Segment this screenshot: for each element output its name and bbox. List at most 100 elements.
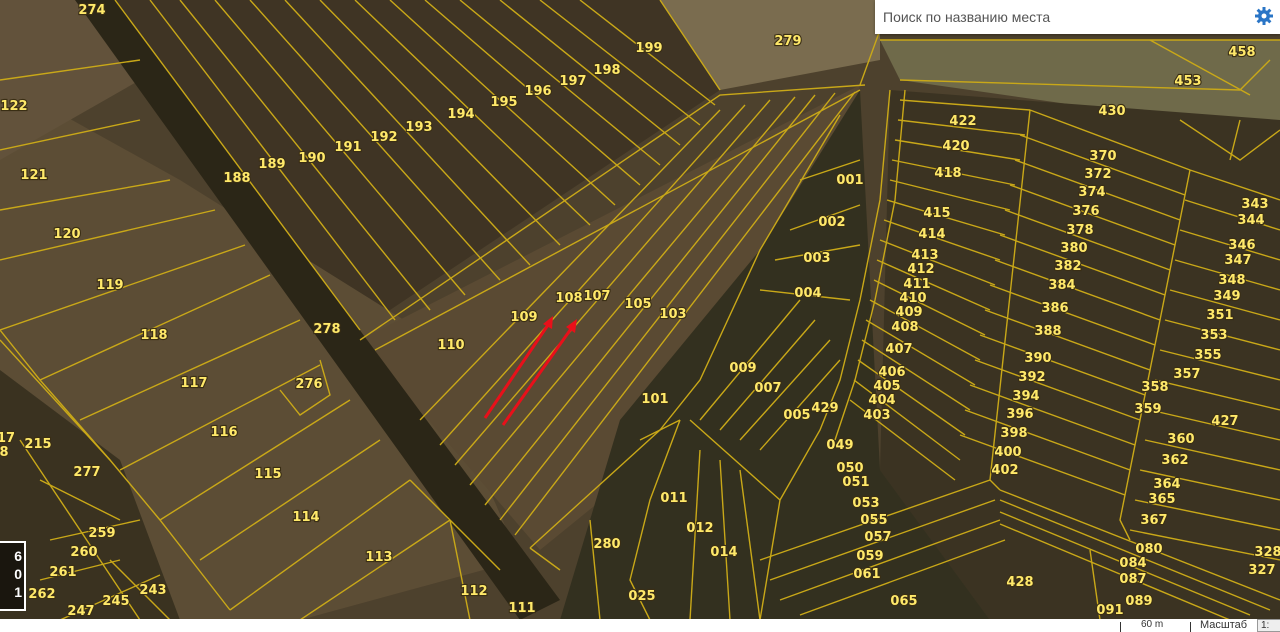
parcel-label-408[interactable]: 408: [890, 319, 919, 336]
parcel-label-117[interactable]: 117: [179, 375, 208, 392]
parcel-label-430[interactable]: 430: [1097, 103, 1126, 120]
parcel-label-277[interactable]: 277: [72, 464, 101, 481]
parcel-label-116[interactable]: 116: [209, 424, 238, 441]
parcel-label-429[interactable]: 429: [810, 400, 839, 417]
parcel-label-053[interactable]: 053: [851, 495, 880, 512]
parcel-label-190[interactable]: 190: [297, 150, 326, 167]
parcel-label-274[interactable]: 274: [77, 2, 106, 19]
parcel-label-091[interactable]: 091: [1095, 602, 1124, 619]
parcel-label-112[interactable]: 112: [459, 583, 488, 600]
parcel-label-411[interactable]: 411: [902, 276, 931, 293]
parcel-label-278[interactable]: 278: [312, 321, 341, 338]
parcel-label-279[interactable]: 279: [773, 33, 802, 50]
parcel-label-115[interactable]: 115: [253, 466, 282, 483]
parcel-label-365[interactable]: 365: [1147, 491, 1176, 508]
parcel-label-122[interactable]: 122: [0, 98, 29, 115]
parcel-label-420[interactable]: 420: [941, 138, 970, 155]
parcel-label-353[interactable]: 353: [1199, 327, 1228, 344]
parcel-label-009[interactable]: 009: [728, 360, 757, 377]
parcel-label-394[interactable]: 394: [1011, 388, 1040, 405]
parcel-label-328[interactable]: 328: [1253, 544, 1280, 561]
parcel-label-194[interactable]: 194: [446, 106, 475, 123]
parcel-label-089[interactable]: 089: [1124, 593, 1153, 610]
parcel-label-415[interactable]: 415: [922, 205, 951, 222]
parcel-label-215[interactable]: 215: [23, 436, 52, 453]
parcel-label-398[interactable]: 398: [999, 425, 1028, 442]
parcel-label-245[interactable]: 245: [101, 593, 130, 610]
parcel-label-422[interactable]: 422: [948, 113, 977, 130]
parcel-label-109[interactable]: 109: [509, 309, 538, 326]
parcel-label-370[interactable]: 370: [1088, 148, 1117, 165]
parcel-label-107[interactable]: 107: [582, 288, 611, 305]
parcel-label-403[interactable]: 403: [862, 407, 891, 424]
parcel-label-247[interactable]: 247: [66, 603, 95, 620]
parcel-label-197[interactable]: 197: [558, 73, 587, 90]
parcel-label-110[interactable]: 110: [436, 337, 465, 354]
parcel-label-392[interactable]: 392: [1017, 369, 1046, 386]
parcel-label-400[interactable]: 400: [993, 444, 1022, 461]
parcel-label-327[interactable]: 327: [1247, 562, 1276, 579]
parcel-label-418[interactable]: 418: [933, 165, 962, 182]
parcel-label-025[interactable]: 025: [627, 588, 656, 605]
parcel-label-276[interactable]: 276: [294, 376, 323, 393]
parcel-label-193[interactable]: 193: [404, 119, 433, 136]
parcel-label-118[interactable]: 118: [139, 327, 168, 344]
parcel-label-351[interactable]: 351: [1205, 307, 1234, 324]
parcel-label-055[interactable]: 055: [859, 512, 888, 529]
parcel-label-051[interactable]: 051: [841, 474, 870, 491]
parcel-label-260[interactable]: 260: [69, 544, 98, 561]
parcel-label-061[interactable]: 061: [852, 566, 881, 583]
parcel-label-105[interactable]: 105: [623, 296, 652, 313]
parcel-label-014[interactable]: 014: [709, 544, 738, 561]
parcel-label-191[interactable]: 191: [333, 139, 362, 156]
parcel-label-103[interactable]: 103: [658, 306, 687, 323]
scale-select[interactable]: 1:: [1257, 619, 1280, 632]
parcel-label-382[interactable]: 382: [1053, 258, 1082, 275]
parcel-label-057[interactable]: 057: [863, 529, 892, 546]
parcel-label-458[interactable]: 458: [1227, 44, 1256, 61]
parcel-label-189[interactable]: 189: [257, 156, 286, 173]
parcel-label-198[interactable]: 198: [592, 62, 621, 79]
parcel-label-349[interactable]: 349: [1212, 288, 1241, 305]
parcel-label-346[interactable]: 346: [1227, 237, 1256, 254]
parcel-label-196[interactable]: 196: [523, 83, 552, 100]
parcel-label-358[interactable]: 358: [1140, 379, 1169, 396]
parcel-label-101[interactable]: 101: [640, 391, 669, 408]
parcel-label-359[interactable]: 359: [1133, 401, 1162, 418]
parcel-label-404[interactable]: 404: [867, 392, 896, 409]
parcel-label-065[interactable]: 065: [889, 593, 918, 610]
parcel-label-049[interactable]: 049: [825, 437, 854, 454]
parcel-label-344[interactable]: 344: [1236, 212, 1265, 229]
parcel-label-407[interactable]: 407: [884, 341, 913, 358]
parcel-label-119[interactable]: 119: [95, 277, 124, 294]
parcel-label-261[interactable]: 261: [48, 564, 77, 581]
parcel-label-413[interactable]: 413: [910, 247, 939, 264]
parcel-label-428[interactable]: 428: [1005, 574, 1034, 591]
parcel-label-8[interactable]: 8: [0, 444, 10, 461]
parcel-label-348[interactable]: 348: [1217, 272, 1246, 289]
parcel-label-402[interactable]: 402: [990, 462, 1019, 479]
parcel-label-409[interactable]: 409: [894, 304, 923, 321]
parcel-label-453[interactable]: 453: [1173, 73, 1202, 90]
parcel-label-005[interactable]: 005: [782, 407, 811, 424]
parcel-label-199[interactable]: 199: [634, 40, 663, 57]
parcel-label-355[interactable]: 355: [1193, 347, 1222, 364]
parcel-label-111[interactable]: 111: [507, 600, 536, 617]
parcel-label-120[interactable]: 120: [52, 226, 81, 243]
parcel-label-050[interactable]: 050: [835, 460, 864, 477]
parcel-label-113[interactable]: 113: [364, 549, 393, 566]
parcel-label-002[interactable]: 002: [817, 214, 846, 231]
parcel-label-372[interactable]: 372: [1083, 166, 1112, 183]
parcel-label-396[interactable]: 396: [1005, 406, 1034, 423]
parcel-label-17[interactable]: 17: [0, 430, 16, 447]
search-input[interactable]: [875, 0, 1245, 34]
parcel-label-012[interactable]: 012: [685, 520, 714, 537]
parcel-label-367[interactable]: 367: [1139, 512, 1168, 529]
parcel-label-412[interactable]: 412: [906, 261, 935, 278]
parcel-label-376[interactable]: 376: [1071, 203, 1100, 220]
parcel-label-410[interactable]: 410: [898, 290, 927, 307]
parcel-label-378[interactable]: 378: [1065, 222, 1094, 239]
cadastral-map[interactable]: 274 199 279 458 453 122 188 189 190 191 192 193 194 1…: [0, 0, 1280, 632]
parcel-label-347[interactable]: 347: [1223, 252, 1252, 269]
parcel-label-386[interactable]: 386: [1040, 300, 1069, 317]
